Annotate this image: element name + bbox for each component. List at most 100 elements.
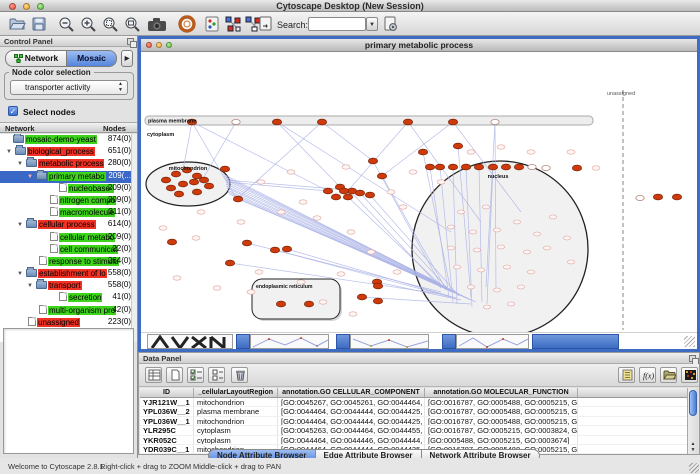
cytoscape-desktop: Cytoscape Desktop (New Session) Search: … — [0, 0, 700, 474]
annotation-icon[interactable] — [204, 15, 220, 33]
tree-item-primary-metabo[interactable]: ▼primary metabo209(... — [0, 171, 137, 183]
vizmapper-icon[interactable] — [224, 15, 242, 33]
nucleus-node — [473, 248, 480, 252]
tree-item-cell-communicat[interactable]: cell communicat22(0) — [0, 244, 137, 256]
column-header-spacer[interactable] — [578, 388, 688, 397]
expand-arrow-icon[interactable]: ▼ — [6, 149, 15, 155]
select-nodes-checkbox[interactable]: ✓ — [8, 106, 18, 116]
expand-arrow-icon[interactable]: ▼ — [17, 161, 26, 167]
network-tab-icon — [14, 53, 23, 68]
tree-scrollbar[interactable] — [131, 134, 137, 342]
tab-overflow-arrow[interactable]: ▶ — [121, 50, 133, 67]
data-panel-title: Data Panel — [143, 354, 181, 363]
gene-node — [174, 191, 183, 197]
tab-network[interactable]: Network — [5, 50, 67, 67]
search-dropdown-arrow[interactable]: ▼ — [366, 17, 378, 31]
matrix-view-icon[interactable] — [681, 367, 698, 383]
table-row[interactable]: YJR121W__1mitochondrion[GO:0045267, GO:0… — [140, 398, 688, 407]
table-row[interactable]: YLR295Ccytoplasm[GO:0045263, GO:0044464,… — [140, 426, 688, 435]
open-file-icon[interactable] — [8, 15, 26, 33]
nucleus-node — [533, 232, 540, 236]
tree-item-establishment-of-lo[interactable]: ▼establishment of lo558(0) — [0, 268, 137, 280]
column-header-annotation.GO CELLULAR_COMPONENT[interactable]: annotation.GO CELLULAR_COMPONENT — [278, 388, 425, 397]
attribute-table[interactable]: ID_cellularLayoutRegionannotation.GO CEL… — [140, 388, 688, 454]
network-window-titlebar[interactable]: primary metabolic process — [141, 39, 697, 52]
minimized-window-thumbnail[interactable] — [456, 334, 529, 349]
search-settings-icon[interactable] — [383, 15, 398, 33]
select-all-attributes-icon[interactable] — [145, 367, 162, 383]
minimized-window-titlebar[interactable] — [336, 334, 350, 349]
minimized-window-thumbnail[interactable] — [147, 334, 233, 349]
data-panel-toolbar: f(x) — [139, 364, 699, 387]
table-row[interactable]: YPL036W__2plasma membrane[GO:0044464, GO… — [140, 407, 688, 416]
nodes-column-label: Nodes — [103, 124, 126, 133]
select-attributes-icon[interactable] — [187, 367, 204, 383]
birds-eye-view[interactable] — [3, 328, 134, 454]
tree-item-multi-organism-pro[interactable]: multi-organism pro42(0) — [0, 305, 137, 317]
save-icon[interactable] — [30, 15, 48, 33]
nucleus-node — [497, 245, 504, 249]
minimized-window-titlebar[interactable] — [236, 334, 250, 349]
zoom-fit-icon[interactable] — [123, 15, 141, 33]
node-label-oval — [367, 250, 375, 254]
tree-item-metabolic-process[interactable]: ▼metabolic process280(0) — [0, 158, 137, 170]
expand-arrow-icon[interactable]: ▼ — [27, 174, 36, 180]
tab-mosaic[interactable]: Mosaic — [67, 50, 117, 67]
gene-node — [448, 119, 457, 125]
zoom-selected-icon[interactable] — [101, 15, 119, 33]
minimized-window-titlebar[interactable] — [532, 334, 619, 349]
main-toolbar: Search: ▼ — [0, 12, 700, 36]
edge — [225, 178, 441, 284]
snapshot-icon[interactable] — [147, 15, 168, 33]
minimized-window-titlebar[interactable] — [442, 334, 456, 349]
tree-item-response-to-stimulu[interactable]: response to stimulu264(0) — [0, 256, 137, 268]
color-attribute-dropdown[interactable]: transporter activity ▲▼ — [10, 80, 128, 95]
expand-arrow-icon[interactable]: ▼ — [17, 271, 26, 277]
minimized-window-thumbnail[interactable] — [350, 334, 429, 349]
table-row[interactable]: YKR052Ccytoplasm[GO:0044464, GO:0044446,… — [140, 436, 688, 445]
delete-attribute-icon[interactable] — [231, 367, 248, 383]
tree-item-cellular-process[interactable]: ▼cellular process614(0) — [0, 219, 137, 231]
zoom-in-icon[interactable] — [79, 15, 97, 33]
table-cell: [GO:0045263, GO:0044464, GO:0044455, G..… — [278, 426, 425, 434]
gene-node — [189, 179, 198, 185]
help-icon[interactable] — [178, 15, 196, 33]
tree-item-macromolecule[interactable]: macromolecule311(0) — [0, 207, 137, 219]
tree-item-secretion[interactable]: secretion41(0) — [0, 292, 137, 304]
tree-item-nitrogen-compo[interactable]: nitrogen compo209(0) — [0, 195, 137, 207]
float-panel-icon[interactable] — [689, 355, 696, 362]
attribute-notes-icon[interactable] — [618, 367, 635, 383]
column-header-annotation.GO MOLECULAR_FUNCTION[interactable]: annotation.GO MOLECULAR_FUNCTION — [425, 388, 578, 397]
network-canvas[interactable]: plasma membranecytoplasmmitochondrionnuc… — [141, 52, 697, 332]
node-label-oval — [277, 210, 285, 214]
column-header-_cellularLayoutRegion[interactable]: _cellularLayoutRegion — [194, 388, 278, 397]
search-input[interactable] — [308, 17, 366, 31]
gene-node — [178, 181, 187, 187]
tree-item-transport[interactable]: ▼transport558(0) — [0, 280, 137, 292]
nucleus-label: nucleus — [488, 174, 509, 180]
float-panel-icon[interactable] — [127, 38, 134, 45]
tree-item-biological-process[interactable]: ▼biological_process651(0) — [0, 146, 137, 158]
expand-arrow-icon[interactable]: ▼ — [27, 283, 36, 289]
table-row[interactable]: YPL036W__1mitochondrion[GO:0044464, GO:0… — [140, 417, 688, 426]
table-scrollbar-thumb[interactable] — [689, 390, 697, 416]
tree-item-cellular-metabo[interactable]: cellular metabo209(0) — [0, 232, 137, 244]
zoom-out-icon[interactable] — [57, 15, 75, 33]
function-builder-icon[interactable]: f(x) — [639, 367, 656, 383]
scrollbar-arrows-icon[interactable]: ▲▼ — [688, 441, 698, 453]
table-scrollbar[interactable]: ▲▼ — [687, 388, 698, 454]
nucleus-node — [447, 225, 454, 229]
window-resize-grip[interactable] — [684, 336, 695, 347]
column-header-ID[interactable]: ID — [140, 388, 194, 397]
import-attributes-icon[interactable] — [660, 367, 677, 383]
unselect-attributes-icon[interactable] — [208, 367, 225, 383]
new-attribute-icon[interactable] — [166, 367, 183, 383]
minimized-window-thumbnail[interactable] — [250, 334, 329, 349]
tree-item-nucleobase-[interactable]: nucleobase-209(0) — [0, 183, 137, 195]
layout-sheet-icon[interactable] — [258, 15, 273, 33]
nucleus-node — [457, 210, 464, 214]
tree-item-label: transport — [48, 281, 82, 290]
gene-node — [425, 164, 434, 170]
expand-arrow-icon[interactable]: ▼ — [17, 222, 26, 228]
app-resize-grip[interactable] — [689, 463, 699, 473]
